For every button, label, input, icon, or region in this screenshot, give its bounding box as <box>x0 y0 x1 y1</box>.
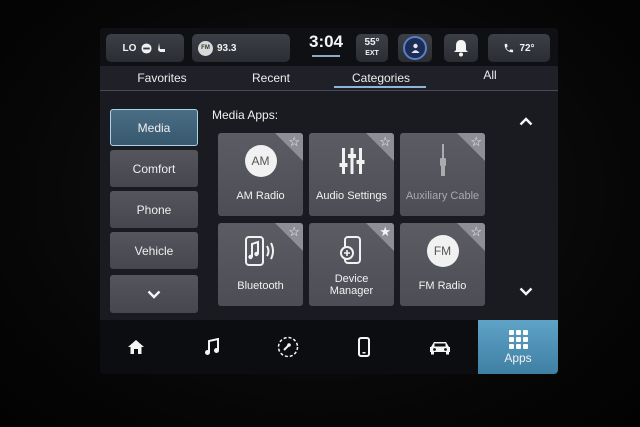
category-phone[interactable]: Phone <box>110 191 198 228</box>
app-tile-fm-radio[interactable]: ☆ FM FM Radio <box>400 223 485 306</box>
phone-handset-icon <box>505 43 514 52</box>
tab-recent[interactable]: Recent <box>236 71 306 85</box>
driver-profile-button[interactable] <box>398 34 432 62</box>
chevron-up-icon <box>519 117 533 126</box>
active-tab-indicator <box>334 86 426 88</box>
now-playing-pill[interactable]: FM 93.3 <box>192 34 290 62</box>
fm-badge-icon: FM <box>198 40 213 56</box>
section-label: Media Apps: <box>212 108 279 122</box>
clock-underline <box>312 55 340 57</box>
nav-apps-button[interactable]: Apps <box>478 320 558 374</box>
clock: 3:04 <box>308 32 344 51</box>
status-bar: LO FM 93.3 3:04 55° EXT 72° <box>100 28 558 66</box>
notifications-button[interactable] <box>444 34 478 62</box>
bell-icon <box>454 40 468 57</box>
app-tile-bluetooth[interactable]: ☆ Bluetooth <box>218 223 303 306</box>
nav-apps-label: Apps <box>504 350 532 365</box>
bottom-nav-bar: Apps <box>100 320 558 374</box>
cabin-temperature-pill[interactable]: 72° <box>488 34 550 62</box>
tab-bar: Favorites Recent Categories All <box>100 66 558 90</box>
nav-vehicle-button[interactable] <box>410 320 470 374</box>
cabin-temp-value: 72° <box>519 42 535 54</box>
category-scroll-down-button[interactable] <box>110 275 198 313</box>
device-manager-icon <box>309 233 394 269</box>
app-label: Bluetooth <box>237 280 284 292</box>
app-tile-device-manager[interactable]: ★ Device Manager <box>309 223 394 306</box>
bluetooth-audio-icon <box>218 233 303 269</box>
app-label: AM Radio <box>236 190 285 202</box>
tab-all[interactable]: All <box>470 68 510 82</box>
performance-gauge-icon <box>277 336 299 358</box>
outside-temperature: 55° EXT <box>356 34 388 62</box>
chevron-down-icon <box>519 287 533 296</box>
tabs-divider <box>100 90 558 91</box>
nav-performance-button[interactable] <box>258 320 318 374</box>
app-label-text: Device Manager <box>329 273 374 297</box>
am-radio-icon: AM <box>218 143 303 179</box>
app-label: FM Radio <box>418 280 467 292</box>
outside-temp-value: 55° <box>364 37 380 48</box>
climate-setting-label: LO <box>122 42 137 54</box>
app-tile-auxiliary-cable[interactable]: ☆ Auxiliary Cable <box>400 133 485 216</box>
category-vehicle[interactable]: Vehicle <box>110 232 198 269</box>
climate-control-pill[interactable]: LO <box>106 34 184 62</box>
category-comfort[interactable]: Comfort <box>110 150 198 187</box>
app-tile-am-radio[interactable]: ☆ AM AM Radio <box>218 133 303 216</box>
scroll-down-button[interactable] <box>514 280 538 304</box>
home-icon <box>128 340 144 354</box>
nav-phone-button[interactable] <box>334 320 394 374</box>
tab-favorites[interactable]: Favorites <box>126 71 198 85</box>
chevron-down-icon <box>147 290 161 299</box>
outside-temp-label: EXT <box>365 50 379 57</box>
equalizer-icon <box>309 143 394 179</box>
fm-radio-icon: FM <box>400 233 485 269</box>
infotainment-screen: LO FM 93.3 3:04 55° EXT 72° Favorites Re… <box>100 28 558 374</box>
nav-media-button[interactable] <box>182 320 242 374</box>
music-note-icon <box>205 338 219 355</box>
apps-grid-icon <box>508 329 528 349</box>
tab-categories[interactable]: Categories <box>336 71 426 85</box>
app-label: Auxiliary Cable <box>405 190 480 202</box>
scroll-up-button[interactable] <box>514 110 538 134</box>
vehicle-icon <box>430 342 450 355</box>
app-label: Device Manager <box>309 273 394 297</box>
app-tile-audio-settings[interactable]: ☆ Audio Settings <box>309 133 394 216</box>
fan-icon <box>141 42 152 54</box>
category-media[interactable]: Media <box>110 109 198 146</box>
radio-station: 93.3 <box>217 42 237 54</box>
user-profile-icon <box>403 36 427 60</box>
seat-heater-icon <box>158 43 166 52</box>
app-label: Audio Settings <box>316 190 387 202</box>
nav-home-button[interactable] <box>106 320 166 374</box>
phone-device-icon <box>358 337 370 357</box>
aux-cable-icon <box>400 143 485 179</box>
